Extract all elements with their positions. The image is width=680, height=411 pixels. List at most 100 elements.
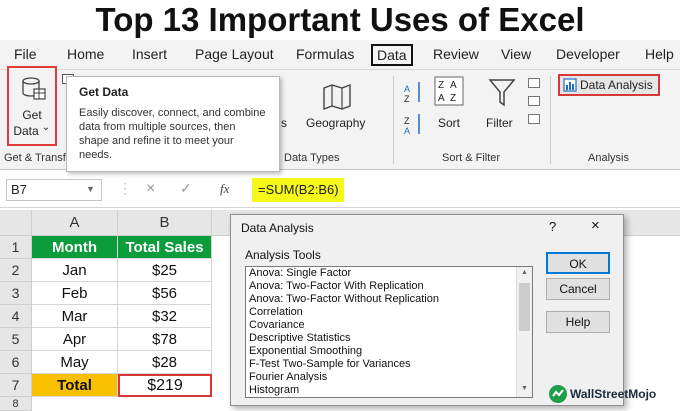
svg-text:A: A: [404, 126, 410, 136]
tab-data[interactable]: Data: [371, 44, 413, 66]
svg-text:A: A: [450, 80, 457, 91]
name-box-dropdown-icon[interactable]: ▼: [86, 184, 95, 194]
row-header-8[interactable]: 8: [0, 397, 32, 411]
list-item[interactable]: Anova: Two-Factor With Replication: [246, 280, 532, 293]
row-header-1[interactable]: 1: [0, 236, 32, 259]
svg-text:A: A: [404, 84, 410, 94]
filter-button[interactable]: Filter: [482, 76, 522, 134]
row-header-2[interactable]: 2: [0, 259, 32, 282]
close-icon[interactable]: ×: [591, 217, 600, 234]
tab-file[interactable]: File: [14, 46, 37, 62]
table-cell[interactable]: $78: [118, 328, 212, 351]
list-item[interactable]: F-Test Two-Sample for Variances: [246, 358, 532, 371]
wallstreetmojo-logo: WallStreetMojo: [546, 383, 678, 407]
list-item[interactable]: Anova: Single Factor: [246, 267, 532, 280]
data-analysis-label: Data Analysis: [580, 78, 653, 92]
total-label-cell[interactable]: Total: [32, 374, 118, 397]
table-cell[interactable]: Mar: [32, 305, 118, 328]
svg-text:Z: Z: [404, 94, 410, 104]
insert-function-icon[interactable]: fx: [220, 181, 229, 197]
total-value-cell[interactable]: $219: [118, 374, 212, 397]
table-cell[interactable]: $28: [118, 351, 212, 374]
get-data-tooltip: Get Data Easily discover, connect, and c…: [66, 76, 280, 172]
list-item[interactable]: Anova: Two-Factor Without Replication: [246, 293, 532, 306]
filter-label: Filter: [486, 116, 513, 130]
select-all-corner[interactable]: [0, 210, 32, 236]
row-header-6[interactable]: 6: [0, 351, 32, 374]
map-icon: [323, 84, 351, 110]
ok-button[interactable]: OK: [546, 252, 610, 274]
tooltip-body: Easily discover, connect, and combine da…: [79, 107, 266, 161]
header-cell-total-sales[interactable]: Total Sales: [118, 236, 212, 259]
chevron-down-icon: ⌄: [41, 122, 51, 133]
list-item[interactable]: Descriptive Statistics: [246, 332, 532, 345]
table-cell[interactable]: $25: [118, 259, 212, 282]
tooltip-title: Get Data: [79, 85, 129, 99]
table-cell[interactable]: May: [32, 351, 118, 374]
list-item[interactable]: Fourier Analysis: [246, 371, 532, 384]
list-scrollbar[interactable]: ▲ ▼: [516, 267, 532, 397]
sort-az-buttons[interactable]: A Z Z A: [404, 80, 426, 142]
table-cell[interactable]: Feb: [32, 282, 118, 305]
table-cell[interactable]: $32: [118, 305, 212, 328]
row-header-5[interactable]: 5: [0, 328, 32, 351]
data-analysis-icon: [563, 78, 577, 92]
row-header-7[interactable]: 7: [0, 374, 32, 397]
list-item[interactable]: Histogram: [246, 384, 532, 397]
tab-view[interactable]: View: [501, 46, 531, 62]
table-cell[interactable]: $56: [118, 282, 212, 305]
tab-review[interactable]: Review: [433, 46, 479, 62]
dialog-title: Data Analysis: [241, 221, 314, 235]
column-header-b[interactable]: B: [118, 210, 212, 236]
logo-mark-icon: [549, 385, 567, 403]
svg-text:A: A: [438, 93, 445, 104]
tab-developer[interactable]: Developer: [556, 46, 620, 62]
geography-button[interactable]: Geography: [302, 78, 374, 146]
cancel-button[interactable]: Cancel: [546, 278, 610, 300]
get-data-button[interactable]: Get Data ⌄: [7, 66, 57, 146]
get-transform-group-label: Get & Transf: [4, 152, 66, 164]
list-item[interactable]: Covariance: [246, 319, 532, 332]
geography-label: Geography: [306, 116, 366, 130]
svg-text:Z: Z: [438, 80, 444, 91]
data-analysis-button[interactable]: Data Analysis: [558, 74, 660, 96]
header-cell-month[interactable]: Month: [32, 236, 118, 259]
analysis-tools-list[interactable]: Anova: Single Factor Anova: Two-Factor W…: [245, 266, 533, 398]
formula-bar-grip-icon: ⋮: [118, 180, 132, 196]
column-header-a[interactable]: A: [32, 210, 118, 236]
stocks-label: s: [281, 116, 287, 130]
analysis-group-label: Analysis: [588, 152, 629, 164]
sort-label: Sort: [438, 116, 461, 130]
sort-az-icon: A Z Z A: [404, 82, 420, 136]
row-header-3[interactable]: 3: [0, 282, 32, 305]
ribbon-tab-bar: File Home Insert Page Layout Formulas Da…: [0, 40, 680, 70]
list-item[interactable]: Exponential Smoothing: [246, 345, 532, 358]
list-item[interactable]: Correlation: [246, 306, 532, 319]
logo-text: WallStreetMojo: [570, 387, 657, 401]
analysis-tools-label: Analysis Tools: [245, 248, 321, 262]
formula-input[interactable]: =SUM(B2:B6): [252, 178, 344, 202]
scrollbar-thumb[interactable]: [519, 283, 530, 331]
help-button[interactable]: Help: [546, 311, 610, 333]
scroll-down-icon[interactable]: ▼: [521, 385, 528, 392]
enter-icon[interactable]: ✓: [180, 180, 192, 197]
help-icon[interactable]: ?: [549, 219, 556, 234]
tab-help[interactable]: Help: [645, 46, 674, 62]
advanced-filter-icons[interactable]: [528, 78, 542, 138]
svg-text:Z: Z: [450, 93, 456, 104]
get-data-label-line2: Data: [13, 124, 39, 138]
filter-icon: [488, 79, 516, 107]
row-header-4[interactable]: 4: [0, 305, 32, 328]
tab-home[interactable]: Home: [67, 46, 104, 62]
cancel-icon[interactable]: ×: [146, 180, 155, 198]
formula-bar: B7 ▼ ⋮ × ✓ fx =SUM(B2:B6): [0, 172, 680, 208]
data-types-group-label: Data Types: [284, 152, 340, 164]
data-analysis-dialog: Data Analysis ? × Analysis Tools Anova: …: [230, 214, 624, 406]
tab-formulas[interactable]: Formulas: [296, 46, 354, 62]
table-cell[interactable]: Apr: [32, 328, 118, 351]
scroll-up-icon[interactable]: ▲: [521, 269, 528, 276]
tab-page-layout[interactable]: Page Layout: [195, 46, 274, 62]
table-cell[interactable]: Jan: [32, 259, 118, 282]
sort-button[interactable]: Z A A Z Sort: [432, 76, 468, 134]
tab-insert[interactable]: Insert: [132, 46, 167, 62]
